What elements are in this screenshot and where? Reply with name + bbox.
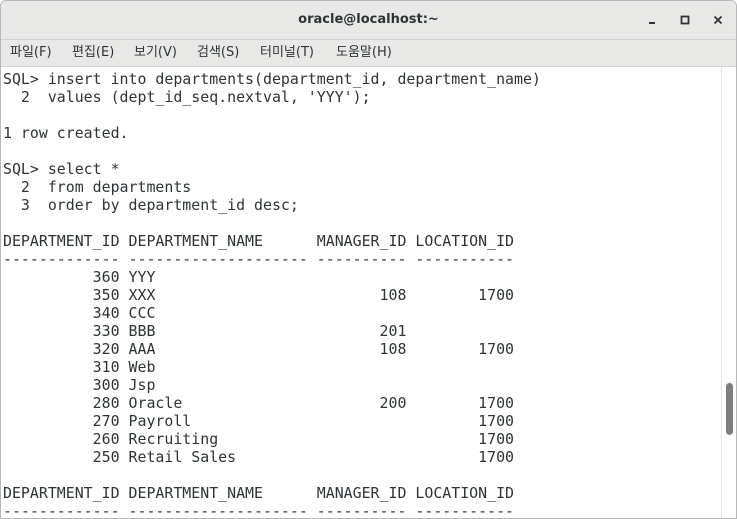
terminal-line: ------------- -------------------- -----… <box>3 250 515 268</box>
maximize-icon <box>680 15 690 25</box>
menu-edit[interactable]: 편집(E) <box>72 40 114 66</box>
terminal-line: DEPARTMENT_ID DEPARTMENT_NAME MANAGER_ID… <box>3 484 515 502</box>
menu-search[interactable]: 검색(S) <box>197 40 239 66</box>
menu-bar: 파일(F) 편집(E) 보기(V) 검색(S) 터미널(T) 도움말(H) <box>1 40 736 67</box>
terminal-line: 310 Web <box>3 358 156 376</box>
menu-help[interactable]: 도움말(H) <box>336 40 392 66</box>
terminal-window: oracle@localhost:~ 파일(F) 편집(E) 보기(V) 검색(… <box>0 0 737 519</box>
terminal-line: 300 Jsp <box>3 376 156 394</box>
terminal-line: 2 values (dept_id_seq.nextval, 'YYY'); <box>3 88 371 106</box>
terminal-line: 280 Oracle 200 1700 <box>3 394 515 412</box>
terminal-line: 270 Payroll 1700 <box>3 412 515 430</box>
terminal-line: 340 CCC <box>3 304 156 322</box>
minimize-icon <box>649 22 655 24</box>
terminal-line: DEPARTMENT_ID DEPARTMENT_NAME MANAGER_ID… <box>3 232 515 250</box>
terminal-line: 350 XXX 108 1700 <box>3 286 515 304</box>
terminal-line: 330 BBB 201 <box>3 322 407 340</box>
menu-terminal[interactable]: 터미널(T) <box>260 40 314 66</box>
terminal-line: 320 AAA 108 1700 <box>3 340 515 358</box>
terminal-line: 250 Retail Sales 1700 <box>3 448 515 466</box>
scrollbar-thumb[interactable] <box>726 383 733 435</box>
terminal-line: 1 row created. <box>3 124 129 142</box>
terminal-line: 360 YYY <box>3 268 156 286</box>
menu-file[interactable]: 파일(F) <box>10 40 52 66</box>
terminal-line: 3 order by department_id desc; <box>3 196 299 214</box>
title-bar[interactable]: oracle@localhost:~ <box>1 1 736 40</box>
close-icon <box>713 15 723 25</box>
terminal-line: SQL> select * <box>3 160 120 178</box>
menu-view[interactable]: 보기(V) <box>134 40 177 66</box>
terminal-output[interactable]: SQL> insert into departments(department_… <box>1 67 721 518</box>
maximize-button[interactable] <box>675 10 695 30</box>
minimize-button[interactable] <box>642 10 662 30</box>
close-button[interactable] <box>708 10 728 30</box>
terminal-line: 260 Recruiting 1700 <box>3 430 515 448</box>
terminal-line: SQL> insert into departments(department_… <box>3 70 541 88</box>
window-title: oracle@localhost:~ <box>298 12 439 27</box>
terminal-line: ------------- -------------------- -----… <box>3 502 515 518</box>
vertical-scrollbar[interactable] <box>721 67 736 518</box>
terminal-line: 2 from departments <box>3 178 192 196</box>
